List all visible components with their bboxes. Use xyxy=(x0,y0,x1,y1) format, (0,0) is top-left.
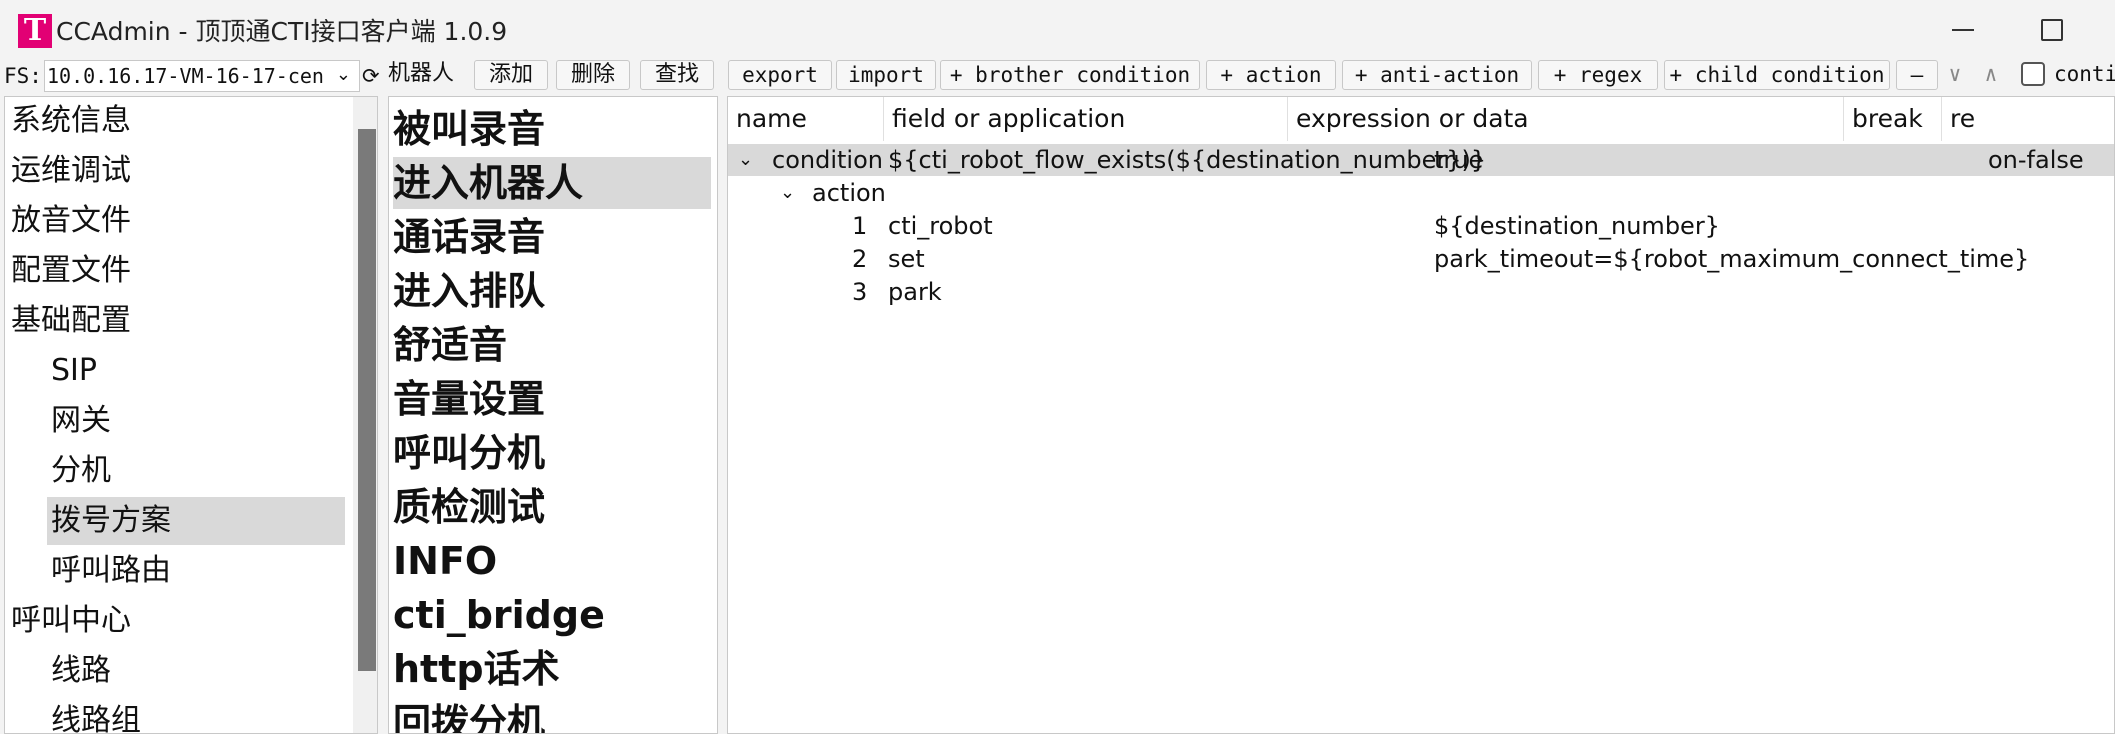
refresh-icon[interactable]: ⟳ xyxy=(362,64,380,88)
condition-name: condition xyxy=(772,146,883,174)
list-item[interactable]: 舒适音 xyxy=(393,319,711,371)
fs-label: FS: xyxy=(4,64,42,88)
add-button[interactable]: 添加 xyxy=(474,60,548,90)
app-logo-icon: T xyxy=(18,14,52,48)
tree-item[interactable]: 网关 xyxy=(51,397,341,445)
tree-item[interactable]: 呼叫路由 xyxy=(51,547,341,595)
list-item[interactable]: INFO xyxy=(393,535,711,587)
tree-item[interactable]: 分机 xyxy=(51,447,341,495)
column-header-name[interactable]: name xyxy=(728,97,884,141)
action-app[interactable]: set xyxy=(888,243,925,275)
list-item[interactable]: 回拨分机 xyxy=(393,697,711,733)
list-item[interactable]: 呼叫分机 xyxy=(393,427,711,479)
condition-field: ${cti_robot_flow_exists(${destination_nu… xyxy=(888,146,1487,174)
remove-button[interactable]: — xyxy=(1896,60,1938,90)
minimize-icon[interactable] xyxy=(1948,12,1980,46)
tree-item[interactable]: 线路组 xyxy=(51,697,341,733)
continue-label: conti xyxy=(2054,62,2115,86)
add-regex-button[interactable]: + regex xyxy=(1538,60,1658,90)
tree-scrollbar-thumb[interactable] xyxy=(358,129,376,671)
current-flow-crumb: 机器人 xyxy=(388,61,455,86)
tree-item[interactable]: SIP xyxy=(51,347,341,395)
find-button[interactable]: 查找 xyxy=(640,60,714,90)
action-data[interactable]: ${destination_number} xyxy=(1434,210,1720,242)
move-down-button[interactable]: ∨ xyxy=(1940,60,1970,90)
column-header-re[interactable]: re xyxy=(1942,97,2114,141)
add-action-button[interactable]: + action xyxy=(1206,60,1336,90)
import-button[interactable]: import xyxy=(836,60,936,90)
tree-item[interactable]: 呼叫中心 xyxy=(11,597,341,645)
list-item[interactable]: 通话录音 xyxy=(393,211,711,263)
tree-item[interactable]: 系统信息 xyxy=(11,97,341,145)
column-header-break[interactable]: break xyxy=(1844,97,1942,141)
list-item-selected[interactable]: 进入机器人 xyxy=(393,157,711,209)
tree-item[interactable]: 运维调试 xyxy=(11,147,341,195)
continue-checkbox[interactable] xyxy=(2021,62,2045,86)
action-index: 1 xyxy=(852,212,868,240)
condition-tree-table: name field or application expression or … xyxy=(727,96,2115,734)
navigation-tree: 系统信息 运维调试 放音文件 配置文件 基础配置 SIP 网关 分机 拨号方案 … xyxy=(4,96,378,734)
list-item[interactable]: 被叫录音 xyxy=(393,103,711,155)
list-item[interactable]: 音量设置 xyxy=(393,373,711,425)
fs-server-select[interactable]: 10.0.16.17-VM-16-17-cen ⌄ xyxy=(44,60,360,92)
add-anti-action-button[interactable]: + anti-action xyxy=(1342,60,1532,90)
move-up-button[interactable]: ∧ xyxy=(1976,60,2006,90)
condition-break: on-false xyxy=(1988,146,2084,174)
tree-item-selected[interactable]: 拨号方案 xyxy=(47,497,345,545)
chevron-down-icon[interactable]: ⌄ xyxy=(738,149,753,170)
chevron-down-icon[interactable]: ⌄ xyxy=(780,182,795,203)
column-header-expression[interactable]: expression or data xyxy=(1288,97,1844,141)
chevron-down-icon: ⌄ xyxy=(335,64,351,85)
delete-button[interactable]: 删除 xyxy=(556,60,630,90)
action-data[interactable]: park_timeout=${robot_maximum_connect_tim… xyxy=(1434,243,2029,275)
window-title: CCAdmin - 顶顶通CTI接口客户端 1.0.9 xyxy=(56,17,508,46)
action-app[interactable]: cti_robot xyxy=(888,210,993,242)
maximize-icon[interactable] xyxy=(2035,12,2067,46)
tree-item[interactable]: 线路 xyxy=(51,647,341,695)
list-item[interactable]: http话术 xyxy=(393,643,711,695)
add-brother-condition-button[interactable]: + brother condition xyxy=(940,60,1200,90)
fs-server-value: 10.0.16.17-VM-16-17-cen xyxy=(47,64,324,88)
export-button[interactable]: export xyxy=(728,60,832,90)
tree-item[interactable]: 放音文件 xyxy=(11,197,341,245)
title-bar: T CCAdmin - 顶顶通CTI接口客户端 1.0.9 xyxy=(0,0,2115,60)
list-item[interactable]: 进入排队 xyxy=(393,265,711,317)
action-app[interactable]: park xyxy=(888,276,942,308)
dialplan-list: 被叫录音 进入机器人 通话录音 进入排队 舒适音 音量设置 呼叫分机 质检测试 … xyxy=(388,96,718,734)
column-header-field[interactable]: field or application xyxy=(884,97,1288,141)
action-index: 2 xyxy=(852,245,868,273)
tree-item[interactable]: 基础配置 xyxy=(11,297,341,345)
list-item[interactable]: cti_bridge xyxy=(393,589,711,641)
action-group-label[interactable]: action xyxy=(812,177,886,209)
condition-expression: true xyxy=(1434,146,1484,174)
tree-item[interactable]: 配置文件 xyxy=(11,247,341,295)
list-item[interactable]: 质检测试 xyxy=(393,481,711,533)
add-child-condition-button[interactable]: + child condition xyxy=(1664,60,1890,90)
action-index: 3 xyxy=(852,278,868,306)
